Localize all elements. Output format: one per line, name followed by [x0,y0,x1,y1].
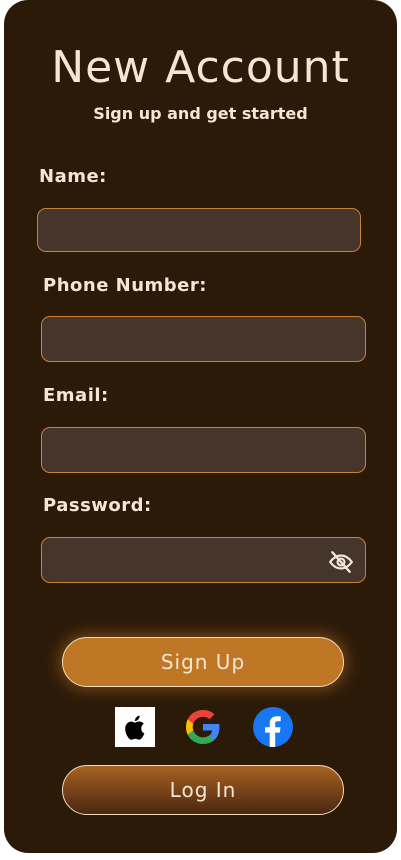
name-field[interactable] [37,208,361,252]
google-login-button[interactable] [183,707,223,747]
google-icon [186,710,220,744]
apple-login-button[interactable] [115,707,155,747]
name-label: Name: [39,166,107,187]
login-button[interactable]: Log In [62,765,344,815]
page-subtitle: Sign up and get started [93,104,308,123]
facebook-icon [253,707,293,747]
phone-field[interactable] [41,316,366,362]
eye-off-icon[interactable] [328,549,354,575]
phone-label: Phone Number: [43,275,207,296]
facebook-login-button[interactable] [253,707,293,747]
page-title: New Account [51,42,350,93]
signup-button[interactable]: Sign Up [62,637,344,687]
email-label: Email: [43,385,109,406]
signup-card: New Account Sign up and get started Name… [4,0,397,853]
email-field[interactable] [41,427,366,473]
password-field[interactable] [41,537,366,583]
password-label: Password: [43,495,152,516]
apple-icon [125,715,145,740]
